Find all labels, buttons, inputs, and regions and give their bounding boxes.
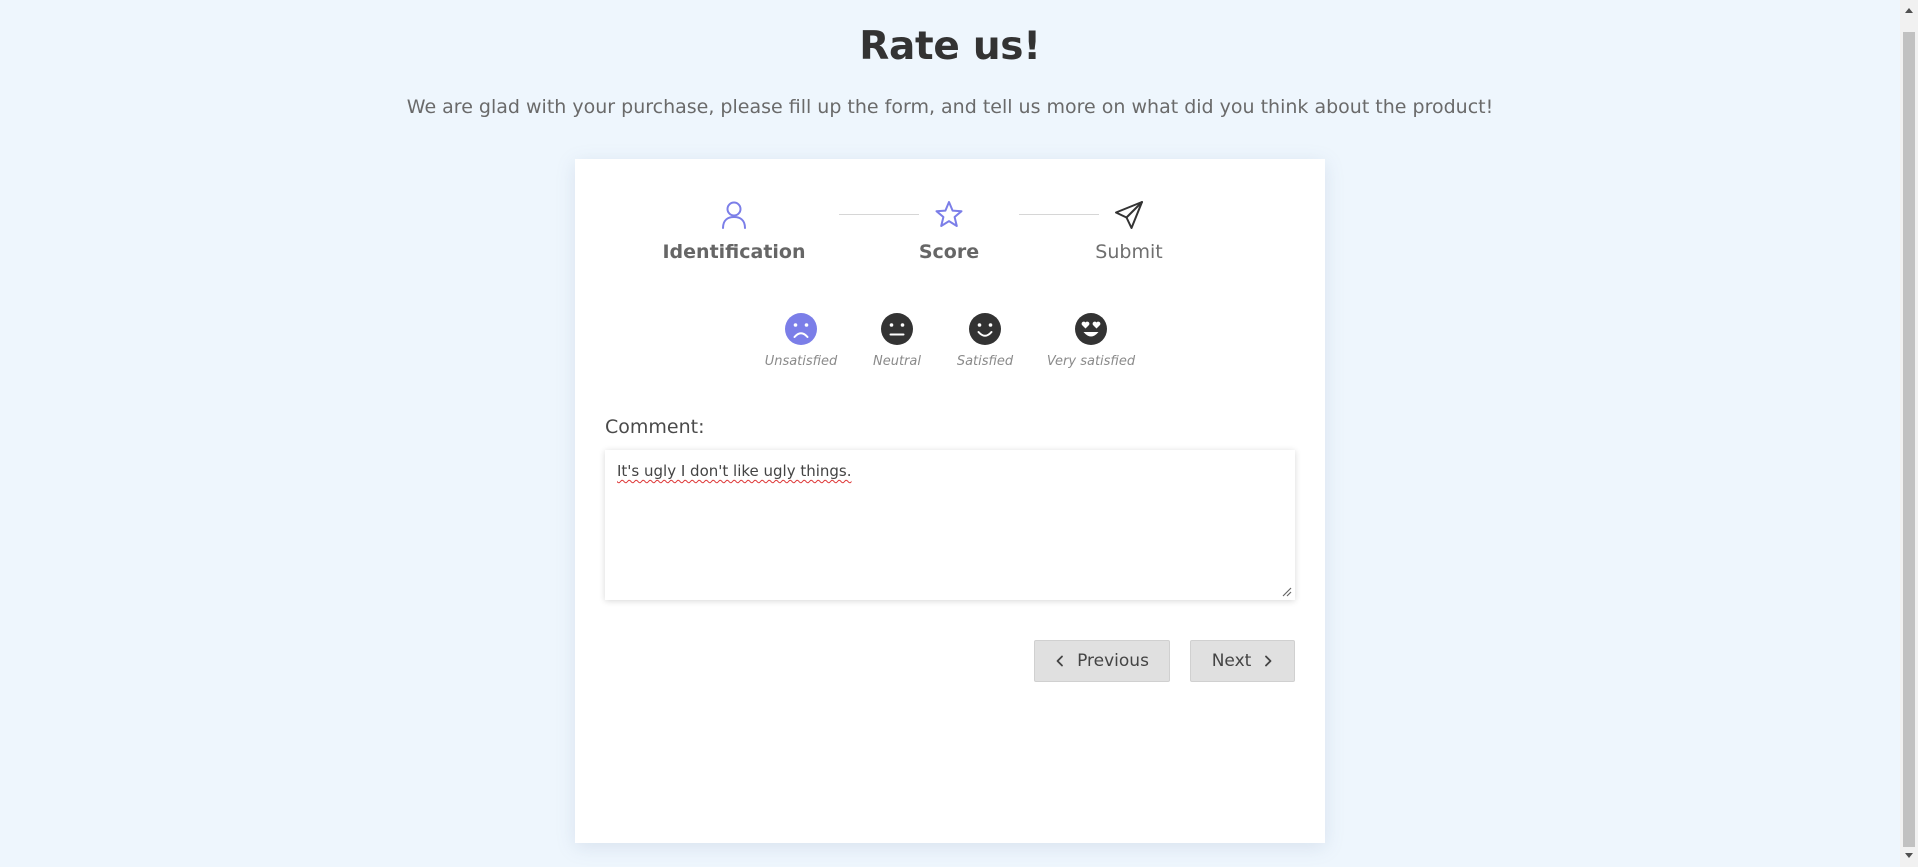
chevron-left-icon — [1056, 655, 1063, 667]
rating-unsatisfied[interactable]: Unsatisfied — [746, 312, 856, 369]
comment-textarea[interactable]: It's ugly I don't like ugly things. — [605, 450, 1295, 600]
star-icon — [935, 201, 963, 227]
resize-handle-icon[interactable] — [1282, 587, 1292, 597]
step-label: Submit — [1095, 241, 1163, 263]
step-label: Score — [918, 241, 980, 263]
page-subtitle: We are glad with your purchase, please f… — [406, 96, 1494, 118]
comment-value: It's ugly I don't like ugly things. — [617, 462, 852, 480]
scroll-down-icon[interactable] — [1905, 853, 1913, 858]
smile-face-icon — [969, 313, 1001, 345]
step-label: Identification — [662, 241, 806, 263]
page: Rate us! We are glad with your purchase,… — [0, 0, 1900, 867]
next-button[interactable]: Next — [1190, 640, 1295, 682]
scroll-up-icon[interactable] — [1905, 8, 1913, 13]
rating-label: Very satisfied — [1046, 354, 1136, 369]
rating-satisfied[interactable]: Satisfied — [930, 312, 1040, 369]
satisfaction-rating: Unsatisfied Neutral Satisfied Very satis… — [575, 312, 1325, 382]
send-icon — [1115, 201, 1143, 229]
form-stepper: Identification Score Submit — [575, 159, 1325, 279]
neutral-face-icon — [881, 313, 913, 345]
previous-button-label: Previous — [1077, 651, 1149, 671]
rating-very-satisfied[interactable]: Very satisfied — [1036, 312, 1146, 369]
comment-label: Comment: — [605, 416, 705, 438]
step-score[interactable]: Score — [869, 199, 1029, 263]
previous-button[interactable]: Previous — [1034, 640, 1170, 682]
heart-eyes-face-icon — [1075, 313, 1107, 345]
vertical-scrollbar[interactable] — [1900, 0, 1918, 867]
scrollbar-thumb[interactable] — [1903, 32, 1915, 847]
chevron-right-icon — [1265, 655, 1272, 667]
user-icon — [722, 201, 746, 229]
next-button-label: Next — [1211, 651, 1252, 671]
rating-form-card: Identification Score Submit Unsatisfied … — [575, 159, 1325, 843]
page-title: Rate us! — [859, 24, 1041, 69]
frown-face-icon — [785, 313, 817, 345]
step-submit[interactable]: Submit — [1049, 199, 1209, 263]
rating-label: Satisfied — [956, 354, 1014, 369]
rating-label: Unsatisfied — [764, 354, 838, 369]
step-identification[interactable]: Identification — [654, 199, 814, 263]
